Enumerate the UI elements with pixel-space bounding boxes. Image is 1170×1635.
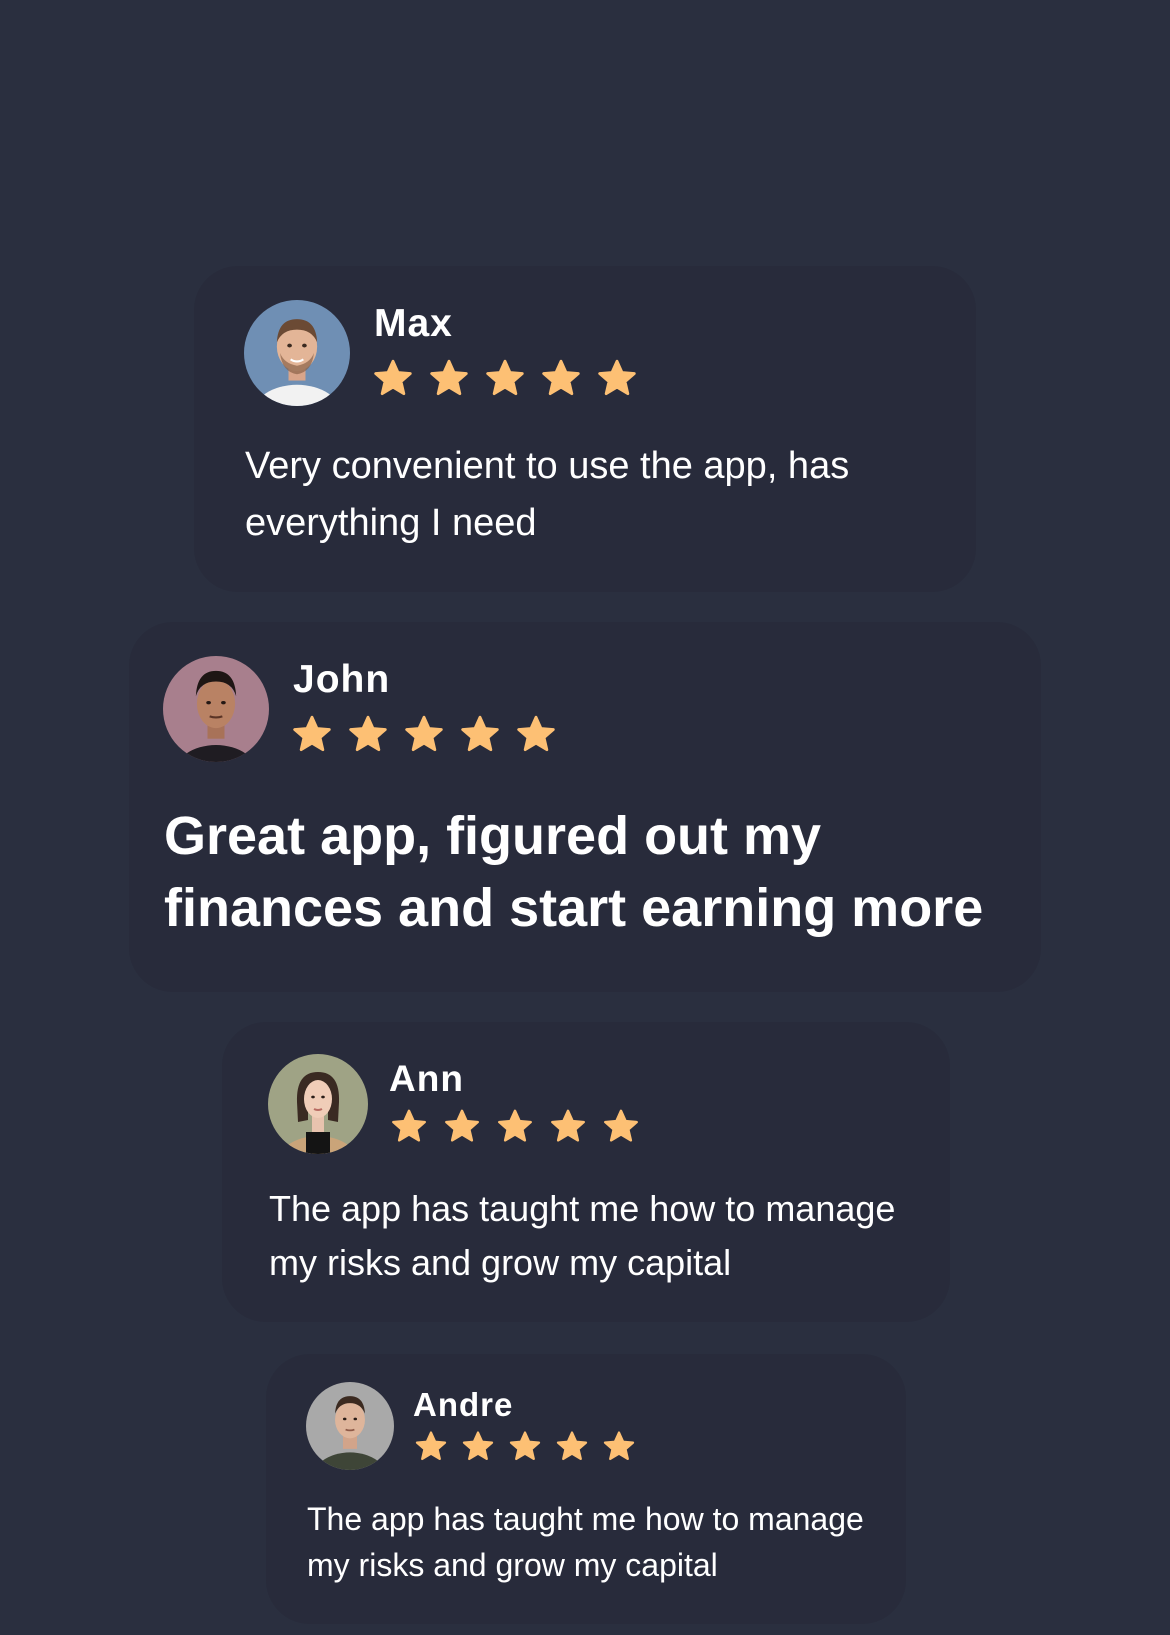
star-icon <box>498 1109 532 1142</box>
star-icon <box>445 1109 479 1142</box>
reviewer-name: Ann <box>389 1058 464 1099</box>
reviewer-name: Max <box>374 302 453 345</box>
avatar-max-icon <box>244 300 350 406</box>
star-rating <box>390 1108 640 1146</box>
star-icon <box>349 715 387 752</box>
review-text: The app has taught me how to manage my r… <box>307 1501 864 1583</box>
avatar-john-icon <box>163 656 269 762</box>
review-text: Great app, figured out my finances and s… <box>164 806 984 938</box>
review-text: The app has taught me how to manage my r… <box>269 1188 896 1283</box>
avatar <box>244 300 350 406</box>
star-icon <box>374 359 412 396</box>
star-icon <box>392 1109 426 1142</box>
star-icon <box>430 359 468 396</box>
avatar-ann-icon <box>268 1054 368 1154</box>
star-icon <box>517 715 555 752</box>
review-card-john: John Great app, figured out my finances … <box>129 622 1041 992</box>
avatar <box>163 656 269 762</box>
review-card-ann: Ann The app has taught me how to manage … <box>222 1022 950 1322</box>
avatar-andre-icon <box>306 1382 394 1470</box>
star-icon <box>551 1109 585 1142</box>
review-card-andre: Andre The app has taught me how to manag… <box>266 1354 906 1624</box>
star-icon <box>509 1431 541 1461</box>
star-icon <box>556 1431 588 1461</box>
star-icon <box>461 715 499 752</box>
avatar <box>306 1382 394 1470</box>
reviewer-name: John <box>293 658 391 701</box>
reviewer-name: Andre <box>413 1386 514 1423</box>
star-icon <box>598 359 636 396</box>
review-text: Very convenient to use the app, has ever… <box>245 445 850 544</box>
star-icon <box>415 1431 447 1461</box>
star-rating <box>372 358 638 400</box>
star-icon <box>293 715 331 752</box>
avatar <box>268 1054 368 1154</box>
star-rating <box>414 1430 636 1464</box>
star-rating <box>291 714 557 756</box>
star-icon <box>486 359 524 396</box>
star-icon <box>603 1431 635 1461</box>
star-icon <box>542 359 580 396</box>
star-icon <box>462 1431 494 1461</box>
star-icon <box>405 715 443 752</box>
review-card-max: Max Very convenient to use the app, has … <box>194 266 976 592</box>
star-icon <box>604 1109 638 1142</box>
